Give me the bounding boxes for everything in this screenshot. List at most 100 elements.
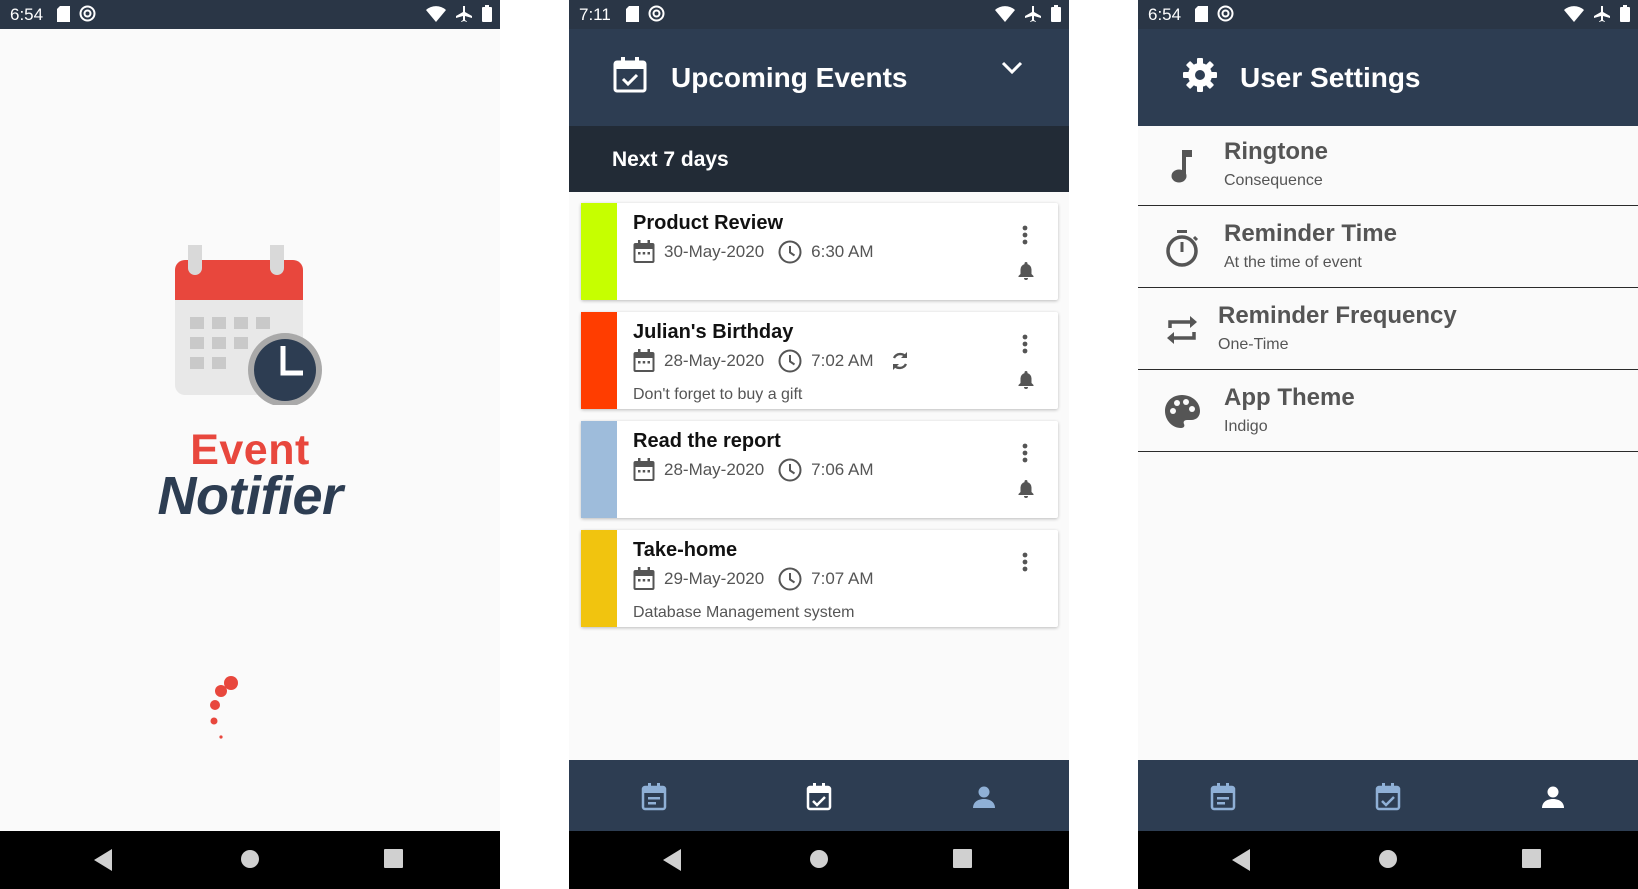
home-icon[interactable] [240, 849, 260, 869]
settings-screen: 6:54 User Settings Ringtone Consequence … [1138, 0, 1638, 889]
battery-icon [1620, 5, 1630, 22]
event-card[interactable]: Read the report 28-May-2020 7:06 AM [581, 421, 1058, 518]
tab-events-icon[interactable] [804, 782, 834, 812]
page-title: Upcoming Events [671, 62, 908, 93]
event-time: 7:07 AM [811, 569, 874, 588]
app-bar: Upcoming Events [569, 29, 1069, 126]
event-date: 30-May-2020 [664, 242, 765, 261]
more-options-icon[interactable] [1022, 225, 1028, 245]
event-meta: 28-May-2020 7:02 AM [633, 349, 926, 373]
setting-value: One-Time [1218, 336, 1289, 353]
status-time: 6:54 [1148, 5, 1182, 24]
event-date: 28-May-2020 [664, 351, 765, 370]
event-time: 6:30 AM [811, 242, 874, 261]
event-title: Product Review [633, 212, 784, 234]
stopwatch-icon [1166, 230, 1199, 267]
event-note: Don't forget to buy a gift [633, 386, 803, 403]
recents-icon[interactable] [1522, 849, 1541, 868]
calendar-icon [633, 349, 655, 372]
more-options-icon[interactable] [1022, 552, 1028, 572]
recents-icon[interactable] [953, 849, 972, 868]
sd-card-icon [1195, 5, 1208, 22]
event-card[interactable]: Product Review 30-May-2020 6:30 AM [581, 203, 1058, 300]
recents-icon[interactable] [384, 849, 403, 868]
tab-events-icon[interactable] [1373, 782, 1403, 812]
wifi-icon [995, 5, 1015, 22]
events-screen: 7:11 Upcoming Events Next 7 days Product… [569, 0, 1069, 889]
bottom-nav [569, 760, 1069, 832]
back-icon[interactable] [663, 849, 683, 871]
repeat-icon [1167, 316, 1197, 344]
battery-icon [1051, 5, 1061, 22]
status-bar: 6:54 [0, 0, 500, 29]
event-color-stripe [581, 203, 617, 300]
setting-title: App Theme [1224, 384, 1355, 411]
back-icon[interactable] [94, 849, 114, 871]
setting-ringtone[interactable]: Ringtone Consequence [1138, 126, 1638, 206]
bell-icon[interactable] [1018, 261, 1034, 280]
setting-reminder-time[interactable]: Reminder Time At the time of event [1138, 208, 1638, 288]
status-bar: 6:54 [1138, 0, 1638, 29]
event-color-stripe [581, 530, 617, 627]
clock-icon [778, 567, 802, 591]
back-icon[interactable] [1232, 849, 1252, 871]
wifi-icon [1564, 5, 1584, 22]
calendar-clock-logo [175, 245, 322, 405]
system-nav-bar [1138, 831, 1638, 889]
airplane-icon [1594, 5, 1610, 22]
calendar-icon [633, 240, 655, 263]
airplane-icon [456, 5, 472, 22]
status-time: 6:54 [10, 5, 44, 24]
page-title: User Settings [1240, 62, 1421, 93]
event-card[interactable]: Take-home 29-May-2020 7:07 AM Database Mana… [581, 530, 1058, 627]
system-nav-bar [569, 831, 1069, 889]
event-title: Read the report [633, 430, 781, 452]
setting-title: Reminder Time [1224, 220, 1397, 247]
setting-app-theme[interactable]: App Theme Indigo [1138, 372, 1638, 452]
palette-icon [1165, 395, 1200, 428]
status-time: 7:11 [579, 5, 611, 24]
event-color-stripe [581, 312, 617, 409]
sync-disabled-icon [1217, 5, 1234, 22]
tab-profile-icon[interactable] [1538, 782, 1568, 812]
event-card[interactable]: Julian's Birthday 28-May-2020 7:02 AM Don't… [581, 312, 1058, 409]
event-meta: 29-May-2020 7:07 AM [633, 567, 888, 591]
home-icon[interactable] [1378, 849, 1398, 869]
brand-notifier: Notifier [157, 466, 344, 526]
calendar-icon [633, 458, 655, 481]
sync-disabled-icon [79, 5, 96, 22]
setting-title: Ringtone [1224, 138, 1328, 165]
bell-icon[interactable] [1018, 370, 1034, 389]
clock-icon [778, 240, 802, 264]
tab-profile-icon[interactable] [969, 782, 999, 812]
splash-screen: 6:54 Event Notifier [0, 0, 500, 889]
battery-icon [482, 5, 492, 22]
more-options-icon[interactable] [1022, 334, 1028, 354]
home-icon[interactable] [809, 849, 829, 869]
setting-title: Reminder Frequency [1218, 302, 1457, 329]
repeat-icon [892, 352, 907, 370]
setting-value: Consequence [1224, 172, 1323, 189]
event-time: 7:06 AM [811, 460, 874, 479]
chevron-down-icon[interactable] [1001, 61, 1023, 75]
more-options-icon[interactable] [1022, 443, 1028, 463]
event-title: Julian's Birthday [633, 321, 794, 343]
event-meta: 30-May-2020 6:30 AM [633, 240, 888, 264]
clock-icon [778, 458, 802, 482]
event-title: Take-home [633, 539, 738, 561]
date-range-header[interactable]: Next 7 days [569, 126, 1069, 192]
tab-calendar-icon[interactable] [1208, 782, 1238, 812]
clock-icon [778, 349, 802, 373]
event-date: 28-May-2020 [664, 460, 765, 479]
event-meta: 28-May-2020 7:06 AM [633, 458, 888, 482]
bottom-nav [1138, 760, 1638, 832]
event-note: Database Management system [633, 604, 855, 621]
setting-value: At the time of event [1224, 254, 1362, 271]
calendar-icon [633, 567, 655, 590]
bell-icon[interactable] [1018, 479, 1034, 498]
tab-calendar-icon[interactable] [639, 782, 669, 812]
calendar-check-icon [613, 57, 647, 93]
setting-reminder-frequency[interactable]: Reminder Frequency One-Time [1138, 290, 1638, 370]
loading-spinner-icon [210, 676, 238, 739]
event-time: 7:02 AM [811, 351, 874, 370]
